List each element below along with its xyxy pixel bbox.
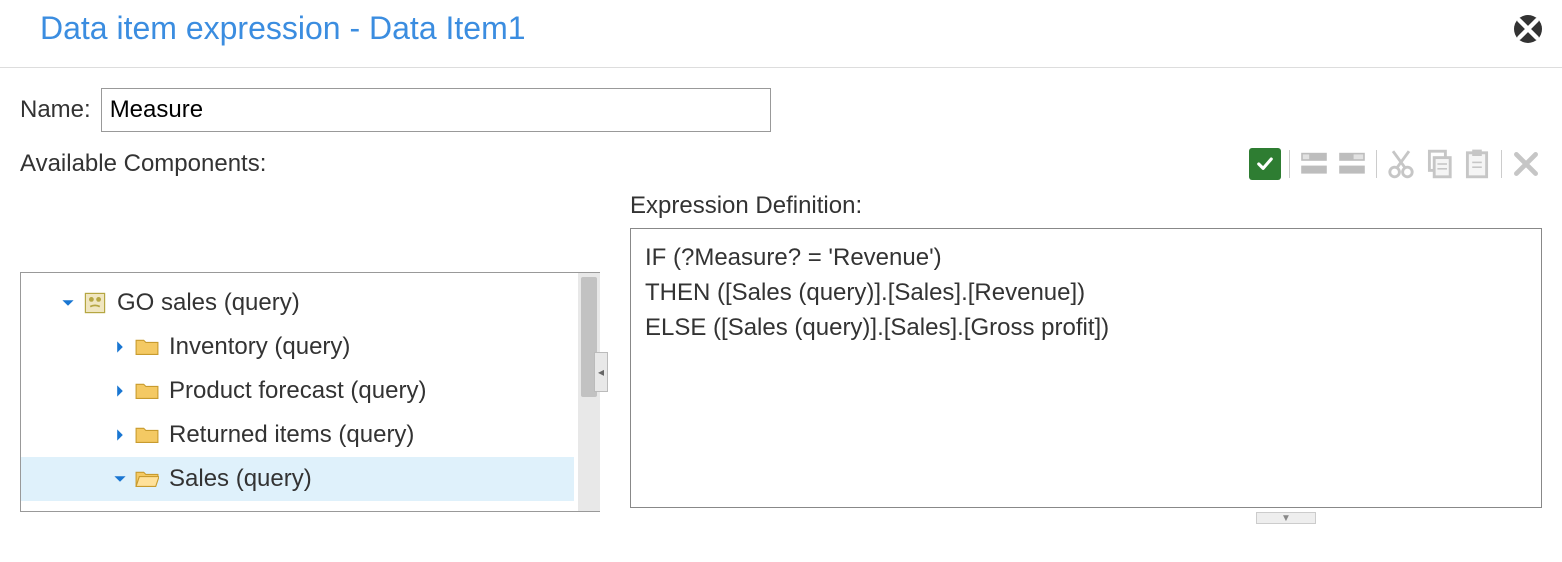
tree-node-sales[interactable]: Sales (query) (21, 457, 574, 501)
expand-arrow-right-icon[interactable] (111, 340, 129, 354)
folder-icon (135, 424, 159, 446)
name-input[interactable] (101, 88, 771, 132)
namespace-icon (83, 292, 107, 314)
expand-arrow-down-icon[interactable] (111, 472, 129, 486)
tree-root-node[interactable]: GO sales (query) (21, 281, 574, 325)
tree-node-returned-items[interactable]: Returned items (query) (21, 413, 574, 457)
tree-node-inventory[interactable]: Inventory (query) (21, 325, 574, 369)
tree: GO sales (query) Inventory (query) (21, 281, 600, 501)
expression-definition-label: Expression Definition: (630, 192, 1542, 220)
components-toolbar-row: Available Components: (20, 148, 1542, 180)
paste-button[interactable] (1461, 148, 1493, 180)
folder-icon (135, 380, 159, 402)
expand-arrow-down-icon[interactable] (59, 296, 77, 310)
close-button[interactable] (1514, 15, 1542, 43)
name-row: Name: (20, 88, 1542, 132)
cut-button[interactable] (1385, 148, 1417, 180)
toolbar-divider (1376, 150, 1377, 178)
expression-toolbar (1249, 148, 1542, 180)
dialog-body: Name: Available Components: (0, 68, 1562, 524)
tree-node-label: GO sales (query) (117, 289, 300, 317)
tree-node-label: Returned items (query) (169, 421, 414, 449)
toolbar-divider (1289, 150, 1290, 178)
components-panel: GO sales (query) Inventory (query) (20, 192, 600, 524)
toolbar-divider (1501, 150, 1502, 178)
available-components-label: Available Components: (20, 150, 266, 178)
delete-button[interactable] (1510, 148, 1542, 180)
expression-definition-input[interactable]: IF (?Measure? = 'Revenue') THEN ([Sales … (630, 228, 1542, 508)
validate-button[interactable] (1249, 148, 1281, 180)
vertical-splitter: ▼ (630, 512, 1542, 524)
select-all-button[interactable] (1298, 148, 1330, 180)
vertical-splitter-handle[interactable]: ▼ (1256, 512, 1316, 524)
tree-node-label: Product forecast (query) (169, 377, 426, 405)
main-row: GO sales (query) Inventory (query) (20, 192, 1542, 524)
expand-arrow-right-icon[interactable] (111, 428, 129, 442)
horizontal-splitter-handle[interactable]: ◂ (594, 352, 608, 392)
name-label: Name: (20, 96, 91, 124)
tree-node-label: Sales (query) (169, 465, 312, 493)
expression-panel: Expression Definition: IF (?Measure? = '… (600, 192, 1542, 524)
copy-button[interactable] (1423, 148, 1455, 180)
tree-node-label: Inventory (query) (169, 333, 350, 361)
components-tree: GO sales (query) Inventory (query) (20, 272, 600, 512)
expand-arrow-right-icon[interactable] (111, 384, 129, 398)
select-value-button[interactable] (1336, 148, 1368, 180)
dialog-title: Data item expression - Data Item1 (40, 10, 526, 47)
tree-scrollbar[interactable] (578, 273, 600, 511)
folder-open-icon (135, 468, 159, 490)
dialog-header: Data item expression - Data Item1 (0, 0, 1562, 68)
folder-icon (135, 336, 159, 358)
tree-node-product-forecast[interactable]: Product forecast (query) (21, 369, 574, 413)
